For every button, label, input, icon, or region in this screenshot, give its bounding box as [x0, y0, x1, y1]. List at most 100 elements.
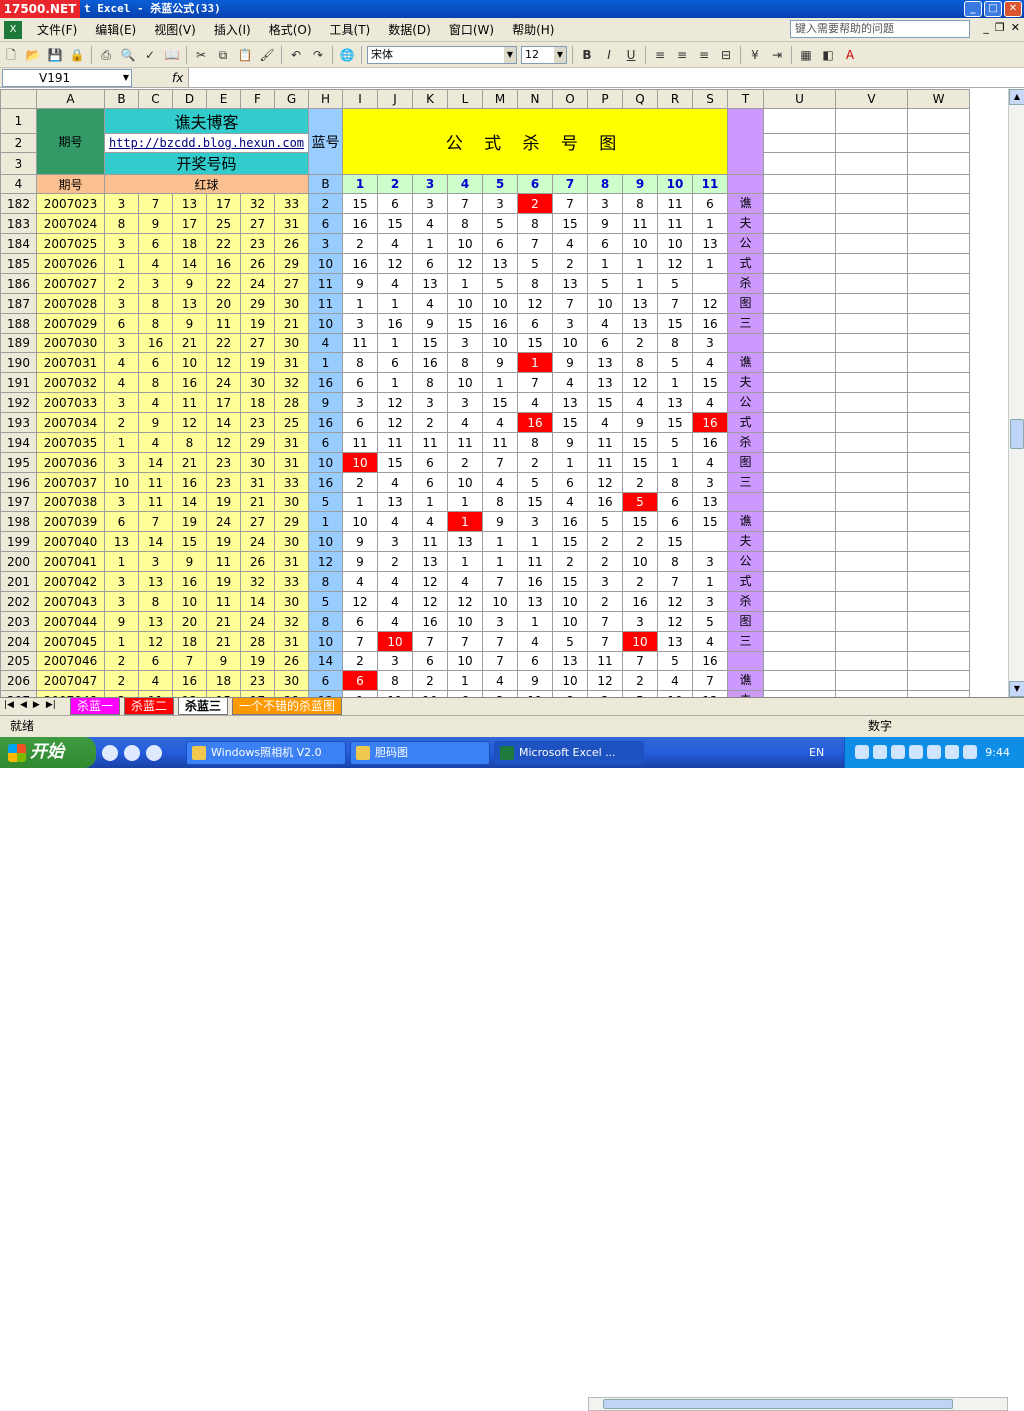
empty-cell[interactable] — [763, 253, 836, 274]
red-ball-cell[interactable]: 9 — [206, 651, 241, 671]
kill-cell[interactable]: 6 — [692, 193, 728, 214]
red-ball-cell[interactable]: 33 — [274, 472, 309, 493]
empty-cell[interactable] — [835, 492, 908, 512]
fx-icon[interactable]: fx — [172, 71, 183, 85]
red-ball-cell[interactable]: 10 — [172, 352, 207, 373]
kill-cell[interactable]: 11 — [622, 213, 658, 234]
kill-cell[interactable]: 6 — [412, 472, 448, 493]
kill-cell[interactable]: 5 — [482, 273, 518, 294]
side-text-cell[interactable]: 杀 — [727, 591, 764, 612]
row-header[interactable]: 206 — [0, 670, 37, 691]
kill-cell[interactable]: 15 — [622, 432, 658, 453]
red-ball-cell[interactable]: 19 — [206, 492, 241, 512]
kill-cell[interactable]: 2 — [377, 551, 413, 572]
kill-cell[interactable]: 2 — [447, 452, 483, 473]
kill-cell[interactable]: 8 — [517, 432, 553, 453]
red-ball-cell[interactable]: 21 — [274, 313, 309, 334]
empty-cell[interactable] — [835, 213, 908, 234]
red-ball-cell[interactable]: 4 — [138, 432, 173, 453]
kill-cell[interactable]: 7 — [552, 193, 588, 214]
red-ball-cell[interactable]: 29 — [240, 432, 275, 453]
empty-cell[interactable] — [907, 631, 970, 652]
kill-cell[interactable]: 16 — [342, 213, 378, 234]
kill-cell[interactable]: 3 — [377, 531, 413, 552]
red-ball-cell[interactable]: 3 — [104, 333, 139, 353]
red-ball-cell[interactable]: 3 — [104, 293, 139, 314]
empty-cell[interactable] — [835, 392, 908, 413]
column-header[interactable]: P — [587, 89, 623, 109]
red-ball-cell[interactable]: 14 — [172, 253, 207, 274]
red-ball-cell[interactable]: 21 — [172, 333, 207, 353]
kill-cell[interactable]: 10 — [552, 611, 588, 632]
quicklaunch-ie-icon[interactable] — [102, 744, 118, 761]
kill-cell[interactable]: 16 — [517, 571, 553, 592]
empty-cell[interactable] — [763, 670, 836, 691]
empty-cell[interactable] — [763, 372, 836, 393]
excel-app-icon[interactable]: X — [4, 20, 22, 39]
kill-cell[interactable]: 10 — [447, 372, 483, 393]
kill-cell[interactable]: 4 — [412, 511, 448, 532]
kill-cell[interactable]: 15 — [517, 333, 553, 353]
side-text-cell[interactable]: 谯 — [727, 511, 764, 532]
row-header[interactable]: 189 — [0, 333, 37, 353]
empty-cell[interactable] — [835, 233, 908, 254]
red-ball-cell[interactable]: 21 — [240, 492, 275, 512]
kill-col-header[interactable]: 6 — [517, 174, 553, 194]
column-header[interactable]: I — [342, 89, 378, 109]
kill-cell[interactable]: 16 — [692, 313, 728, 334]
red-ball-cell[interactable]: 27 — [240, 213, 275, 234]
kill-cell[interactable]: 1 — [447, 551, 483, 572]
column-header[interactable]: E — [206, 89, 241, 109]
menu-format[interactable]: 格式(O) — [260, 21, 321, 38]
red-ball-cell[interactable]: 3 — [104, 193, 139, 214]
row-header[interactable]: 204 — [0, 631, 37, 652]
column-header[interactable]: D — [172, 89, 207, 109]
kill-cell[interactable]: 16 — [482, 313, 518, 334]
blue-ball-cell[interactable]: 9 — [308, 392, 343, 413]
red-ball-cell[interactable]: 3 — [104, 591, 139, 612]
empty-cell[interactable] — [763, 352, 836, 373]
red-ball-cell[interactable]: 14 — [240, 591, 275, 612]
period-cell[interactable]: 2007037 — [36, 472, 105, 493]
kill-cell[interactable]: 7 — [342, 631, 378, 652]
tab-kill-blue-1[interactable]: 杀蓝一 — [70, 698, 121, 715]
period-cell[interactable]: 2007033 — [36, 392, 105, 413]
last-sheet-icon[interactable]: ▶| — [46, 700, 56, 710]
kill-cell[interactable]: 11 — [447, 432, 483, 453]
kill-cell[interactable]: 3 — [692, 333, 728, 353]
kill-cell[interactable]: 4 — [482, 412, 518, 433]
row-header[interactable]: 202 — [0, 591, 37, 612]
kill-cell[interactable]: 5 — [587, 511, 623, 532]
kill-cell[interactable]: 7 — [517, 372, 553, 393]
empty-cell[interactable] — [907, 452, 970, 473]
tray-icon[interactable] — [909, 745, 923, 759]
kill-cell[interactable]: 15 — [692, 511, 728, 532]
red-ball-cell[interactable]: 21 — [172, 452, 207, 473]
kill-cell[interactable]: 9 — [412, 313, 448, 334]
copy-icon[interactable]: ⧉ — [213, 45, 233, 65]
empty-cell[interactable] — [763, 412, 836, 433]
period-cell[interactable]: 2007028 — [36, 293, 105, 314]
kill-cell[interactable]: 7 — [482, 631, 518, 652]
kill-hit-cell[interactable]: 1 — [447, 511, 483, 532]
kill-cell[interactable]: 3 — [447, 392, 483, 413]
kill-cell[interactable]: 11 — [657, 193, 693, 214]
kill-cell[interactable]: 15 — [447, 313, 483, 334]
kill-cell[interactable]: 7 — [482, 571, 518, 592]
red-ball-cell[interactable]: 13 — [172, 193, 207, 214]
empty-cell[interactable] — [907, 174, 970, 194]
kill-cell[interactable]: 8 — [517, 213, 553, 234]
italic-button[interactable]: I — [599, 45, 619, 65]
kill-cell[interactable]: 15 — [412, 333, 448, 353]
empty-cell[interactable] — [907, 233, 970, 254]
kill-cell[interactable]: 11 — [587, 452, 623, 473]
kill-col-header[interactable]: 10 — [657, 174, 693, 194]
close-button[interactable]: ✕ — [1004, 1, 1022, 17]
tray-icon[interactable] — [927, 745, 941, 759]
research-icon[interactable]: 📖 — [162, 45, 182, 65]
kill-cell[interactable]: 1 — [342, 293, 378, 314]
red-ball-cell[interactable]: 33 — [274, 571, 309, 592]
empty-cell[interactable] — [907, 591, 970, 612]
kill-cell[interactable]: 11 — [377, 432, 413, 453]
row-header[interactable]: 1 — [0, 108, 37, 134]
